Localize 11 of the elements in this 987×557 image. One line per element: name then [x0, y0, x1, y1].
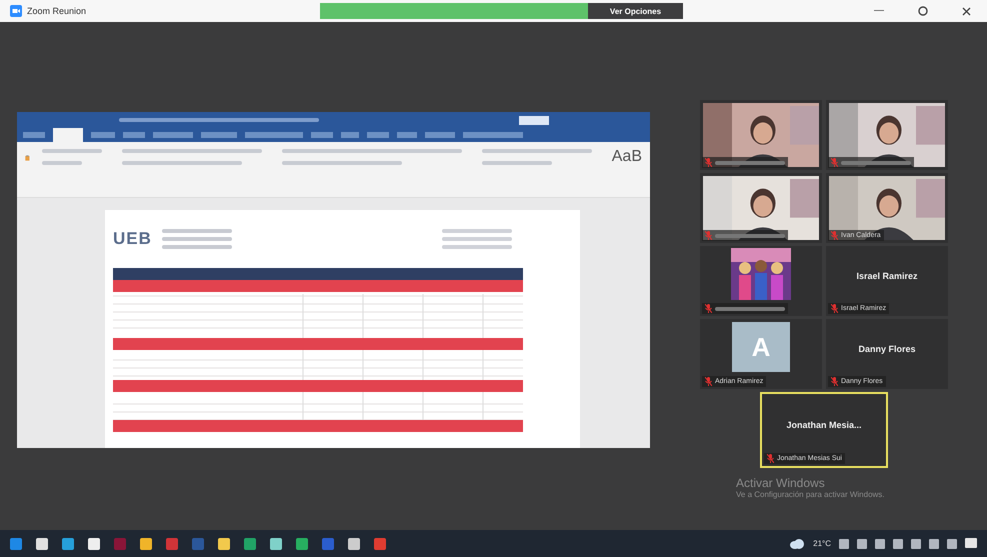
avatar: A: [732, 322, 790, 372]
participant-name: Jonathan Mesia...: [786, 420, 862, 430]
view-options-button[interactable]: Ver Opciones: [588, 3, 683, 19]
window-title: Zoom Reunion: [27, 6, 86, 16]
weather-temperature[interactable]: 21°C: [813, 539, 831, 548]
participant-name: Danny Flores: [858, 344, 916, 354]
participant-name: Israel Ramirez: [856, 271, 918, 281]
activation-title: Activar Windows: [736, 476, 826, 490]
activation-message: Ve a Configuración para activar Windows.: [736, 490, 885, 499]
style-preview[interactable]: AaB: [612, 148, 642, 166]
university-logo: UEB: [113, 229, 152, 249]
